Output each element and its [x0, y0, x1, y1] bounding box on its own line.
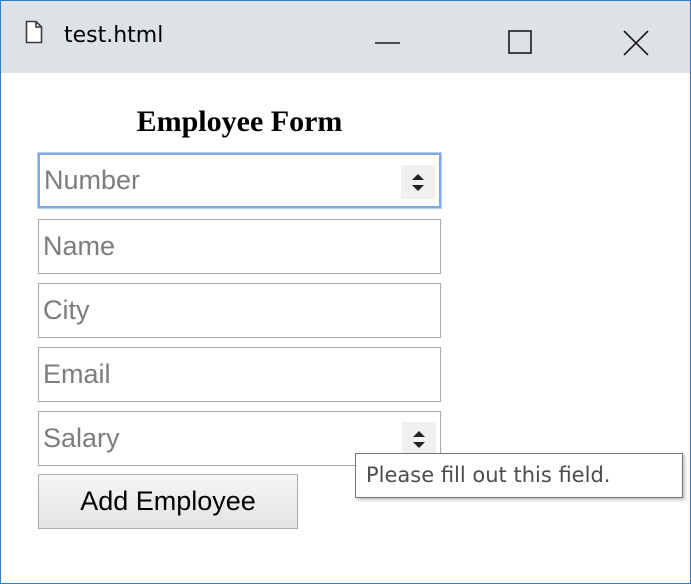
email-field[interactable]: [38, 347, 441, 402]
add-employee-button[interactable]: Add Employee: [38, 474, 298, 529]
close-button[interactable]: [603, 1, 673, 73]
close-icon: [623, 30, 649, 56]
form-heading: Employee Form: [136, 105, 343, 138]
number-input[interactable]: [40, 155, 439, 206]
salary-spinner[interactable]: [402, 422, 436, 456]
number-field[interactable]: [38, 153, 441, 208]
name-field[interactable]: [38, 219, 441, 274]
email-input[interactable]: [39, 348, 440, 401]
browser-window: test.html Employee Form Number Name City…: [0, 0, 691, 584]
name-input[interactable]: [39, 220, 440, 273]
minimize-icon: [375, 42, 400, 44]
minimize-button[interactable]: [353, 1, 423, 73]
validation-tooltip: Please fill out this field.: [355, 453, 683, 498]
city-input[interactable]: [39, 284, 440, 337]
window-title: test.html: [64, 23, 164, 48]
spinner-arrows-icon: [413, 431, 425, 448]
maximize-button[interactable]: [487, 1, 557, 73]
maximize-icon: [508, 30, 532, 54]
title-bar[interactable]: test.html: [1, 1, 690, 73]
number-spinner[interactable]: [401, 165, 435, 199]
city-field[interactable]: [38, 283, 441, 338]
spinner-arrows-icon: [412, 174, 424, 191]
page-content: Employee Form Number Name City Email Sal…: [1, 73, 690, 583]
document-icon: [25, 20, 43, 44]
